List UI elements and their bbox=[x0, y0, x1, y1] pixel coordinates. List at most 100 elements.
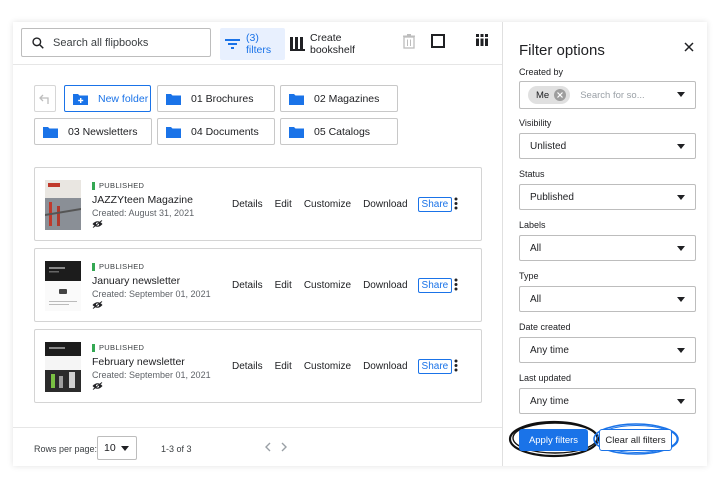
labels-value: All bbox=[530, 242, 542, 254]
more-vert-icon[interactable] bbox=[454, 278, 458, 291]
status-select[interactable]: Published bbox=[519, 184, 696, 210]
download-link[interactable]: Download bbox=[363, 280, 407, 291]
new-folder-button[interactable]: New folder bbox=[64, 85, 151, 112]
visibility-value: Unlisted bbox=[530, 140, 567, 152]
flipbook-card[interactable]: PUBLISHED January newsletter Created: Se… bbox=[34, 248, 482, 322]
rows-per-page-value: 10 bbox=[104, 442, 116, 454]
grid-view-icon[interactable] bbox=[476, 34, 488, 46]
folder-documents[interactable]: 04 Documents bbox=[157, 118, 275, 145]
created-by-label: Created by bbox=[519, 67, 564, 77]
folder-label: 02 Magazines bbox=[314, 92, 380, 105]
edit-link[interactable]: Edit bbox=[275, 280, 292, 291]
visibility-label: Visibility bbox=[519, 118, 552, 128]
customize-link[interactable]: Customize bbox=[304, 199, 351, 210]
apply-filters-button[interactable]: Apply filters bbox=[519, 429, 588, 451]
customize-link[interactable]: Customize bbox=[304, 361, 351, 372]
visibility-select[interactable]: Unlisted bbox=[519, 133, 696, 159]
folder-label: 04 Documents bbox=[191, 125, 259, 138]
details-link[interactable]: Details bbox=[232, 280, 263, 291]
last-updated-label: Last updated bbox=[519, 373, 572, 383]
flipbook-title[interactable]: JAZZYteen Magazine bbox=[92, 194, 193, 206]
folder-newsletters[interactable]: 03 Newsletters bbox=[34, 118, 152, 145]
edit-link[interactable]: Edit bbox=[275, 361, 292, 372]
folder-icon bbox=[166, 93, 181, 105]
back-icon bbox=[39, 94, 49, 104]
caret-down-icon bbox=[677, 144, 685, 149]
flipbook-title[interactable]: January newsletter bbox=[92, 275, 180, 287]
date-created-value: Any time bbox=[530, 344, 569, 356]
more-vert-icon[interactable] bbox=[454, 197, 458, 210]
flipbook-thumbnail[interactable] bbox=[45, 261, 81, 311]
folder-icon bbox=[289, 126, 304, 138]
flipbook-thumbnail[interactable] bbox=[45, 342, 81, 392]
close-icon[interactable] bbox=[684, 42, 694, 52]
trash-icon[interactable] bbox=[403, 34, 415, 49]
card-actions: Details Edit Customize Download Share bbox=[232, 197, 464, 212]
flipbook-card[interactable]: PUBLISHED February newsletter Created: S… bbox=[34, 329, 482, 403]
eye-icon bbox=[92, 382, 103, 390]
date-created-select[interactable]: Any time bbox=[519, 337, 696, 363]
type-label: Type bbox=[519, 271, 539, 281]
status-badge: PUBLISHED bbox=[92, 343, 144, 352]
folder-magazines[interactable]: 02 Magazines bbox=[280, 85, 398, 112]
flipbook-created-date: Created: September 01, 2021 bbox=[92, 289, 211, 299]
labels-select[interactable]: All bbox=[519, 235, 696, 261]
checkbox-icon[interactable] bbox=[431, 34, 445, 48]
rows-per-page-select[interactable]: 10 bbox=[97, 436, 137, 460]
search-input[interactable]: Search all flipbooks bbox=[53, 37, 148, 49]
caret-down-icon bbox=[677, 297, 685, 302]
edit-link[interactable]: Edit bbox=[275, 199, 292, 210]
toolbar-divider bbox=[13, 64, 502, 65]
flipbook-thumbnail[interactable] bbox=[45, 180, 81, 230]
app-frame: Search all flipbooks (3) filters Create … bbox=[13, 22, 707, 466]
folder-catalogs[interactable]: 05 Catalogs bbox=[280, 118, 398, 145]
share-button[interactable]: Share bbox=[417, 197, 453, 212]
created-by-field[interactable]: Me Search for so... bbox=[519, 81, 696, 109]
user-chip[interactable]: Me bbox=[528, 86, 571, 104]
eye-icon bbox=[92, 301, 103, 309]
share-button[interactable]: Share bbox=[417, 359, 453, 374]
caret-down-icon bbox=[677, 195, 685, 200]
card-actions: Details Edit Customize Download Share bbox=[232, 359, 464, 374]
folder-brochures[interactable]: 01 Brochures bbox=[157, 85, 275, 112]
caret-down-icon bbox=[677, 92, 685, 97]
filter-panel: Filter options Created by Me Search for … bbox=[502, 22, 707, 466]
pagination-controls bbox=[264, 442, 288, 452]
last-updated-select[interactable]: Any time bbox=[519, 388, 696, 414]
create-bookshelf-label: Create bookshelf bbox=[310, 32, 355, 56]
customize-link[interactable]: Customize bbox=[304, 280, 351, 291]
pagination-range: 1-3 of 3 bbox=[161, 444, 192, 454]
rows-per-page-label: Rows per page: bbox=[34, 444, 98, 454]
caret-down-icon bbox=[677, 399, 685, 404]
back-button[interactable] bbox=[34, 85, 56, 112]
download-link[interactable]: Download bbox=[363, 199, 407, 210]
download-link[interactable]: Download bbox=[363, 361, 407, 372]
share-button[interactable]: Share bbox=[417, 278, 453, 293]
flipbook-created-date: Created: September 01, 2021 bbox=[92, 370, 211, 380]
filter-icon bbox=[225, 39, 240, 49]
search-box[interactable]: Search all flipbooks bbox=[21, 28, 211, 57]
folder-icon bbox=[43, 126, 58, 138]
type-select[interactable]: All bbox=[519, 286, 696, 312]
more-vert-icon[interactable] bbox=[454, 359, 458, 372]
search-icon bbox=[32, 36, 44, 49]
filters-button[interactable]: (3) filters bbox=[220, 28, 285, 60]
create-bookshelf-button[interactable]: Create bookshelf bbox=[290, 30, 360, 58]
flipbook-title[interactable]: February newsletter bbox=[92, 356, 185, 368]
details-link[interactable]: Details bbox=[232, 361, 263, 372]
card-actions: Details Edit Customize Download Share bbox=[232, 278, 464, 293]
chevron-right-icon[interactable] bbox=[281, 442, 288, 452]
folder-label: 05 Catalogs bbox=[314, 125, 371, 138]
flipbook-card[interactable]: PUBLISHED JAZZYteen Magazine Created: Au… bbox=[34, 167, 482, 241]
folder-label: 01 Brochures bbox=[191, 92, 254, 105]
bookshelf-icon bbox=[290, 37, 305, 51]
user-chip-label: Me bbox=[536, 89, 550, 101]
type-value: All bbox=[530, 293, 542, 305]
chevron-left-icon[interactable] bbox=[264, 442, 271, 452]
eye-icon bbox=[92, 220, 103, 228]
created-by-search-input[interactable]: Search for so... bbox=[580, 90, 644, 101]
caret-down-icon bbox=[120, 445, 129, 451]
details-link[interactable]: Details bbox=[232, 199, 263, 210]
chip-remove-icon[interactable] bbox=[554, 89, 567, 101]
clear-all-filters-button[interactable]: Clear all filters bbox=[599, 429, 672, 451]
